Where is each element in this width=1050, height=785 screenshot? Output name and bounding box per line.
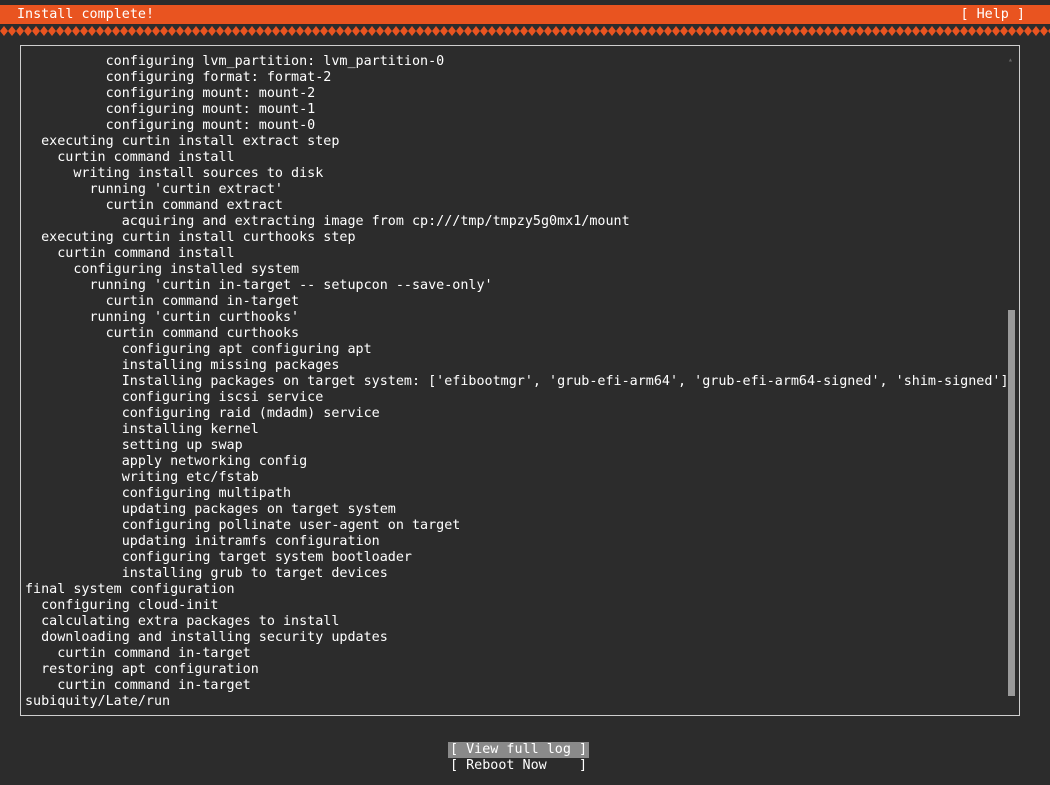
log-line: apply networking config (25, 454, 308, 469)
install-log-panel[interactable]: configuring lvm_partition: lvm_partition… (20, 45, 1020, 716)
log-line: configuring mount: mount-0 (25, 118, 316, 133)
log-line: installing kernel (25, 422, 259, 437)
log-line: downloading and installing security upda… (25, 630, 388, 645)
log-line: running 'curtin extract' (25, 182, 283, 197)
log-line: final system configuration (25, 582, 235, 597)
log-line: configuring raid (mdadm) service (25, 406, 380, 421)
scrollbar-thumb[interactable] (1008, 310, 1015, 696)
log-line: curtin command curthooks (25, 326, 300, 341)
log-line: executing curtin install curthooks step (25, 230, 356, 245)
reboot-now-button[interactable]: [ Reboot Now ] (448, 758, 589, 774)
log-line: subiquity/Late/run (25, 694, 171, 709)
log-line: running 'curtin curthooks' (25, 310, 300, 325)
install-log: configuring lvm_partition: lvm_partition… (25, 54, 1009, 710)
log-line: acquiring and extracting image from cp:/… (25, 214, 630, 229)
log-line: calculating extra packages to install (25, 614, 340, 629)
window-title: Install complete! (17, 7, 155, 22)
log-line: configuring apt configuring apt (25, 342, 372, 357)
view-full-log-button[interactable]: [ View full log ] (448, 742, 590, 758)
log-line: configuring lvm_partition: lvm_partition… (25, 54, 445, 69)
log-line: configuring pollinate user-agent on targ… (25, 518, 461, 533)
log-line: curtin command install (25, 150, 235, 165)
log-line: curtin command install (25, 246, 235, 261)
log-line: configuring target system bootloader (25, 550, 412, 565)
help-button[interactable]: [ Help ] (961, 7, 1026, 23)
header-zigzag-divider (0, 26, 1050, 36)
scroll-up-arrow-icon: ▴ (1008, 55, 1013, 64)
log-line: updating initramfs configuration (25, 534, 380, 549)
log-line: configuring iscsi service (25, 390, 324, 405)
log-line: Installing packages on target system: ['… (25, 374, 1009, 389)
log-line: curtin command in-target (25, 678, 251, 693)
log-line: restoring apt configuration (25, 662, 259, 677)
log-line: configuring installed system (25, 262, 300, 277)
log-line: installing missing packages (25, 358, 340, 373)
log-line: running 'curtin in-target -- setupcon --… (25, 278, 493, 293)
log-line: configuring mount: mount-1 (25, 102, 316, 117)
log-line: configuring format: format-2 (25, 70, 332, 85)
log-line: writing install sources to disk (25, 166, 324, 181)
log-line: curtin command extract (25, 198, 283, 213)
log-line: configuring mount: mount-2 (25, 86, 316, 101)
log-line: configuring multipath (25, 486, 292, 501)
log-line: setting up swap (25, 438, 243, 453)
log-line: curtin command in-target (25, 294, 300, 309)
action-buttons: [ View full log ] [ Reboot Now ] (448, 742, 590, 774)
log-scrollbar[interactable]: ▴ (1008, 54, 1015, 704)
log-line: configuring cloud-init (25, 598, 219, 613)
log-line: installing grub to target devices (25, 566, 388, 581)
log-line: curtin command in-target (25, 646, 251, 661)
log-line: writing etc/fstab (25, 470, 259, 485)
title-bar: Install complete! [ Help ] (0, 5, 1050, 24)
log-line: executing curtin install extract step (25, 134, 340, 149)
log-line: updating packages on target system (25, 502, 396, 517)
